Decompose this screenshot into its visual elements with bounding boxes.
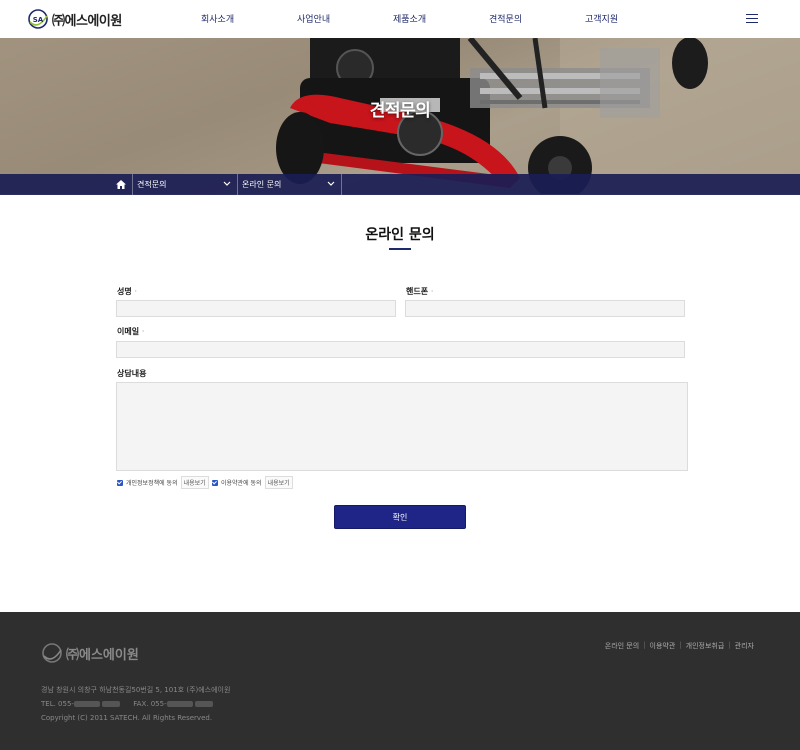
agree-terms: 이용약관에 동의 내용보기 [212, 476, 293, 489]
hamburger-menu-icon[interactable] [746, 14, 758, 24]
site-footer: ㈜에스에이원 온라인 문의 | 이용약관 | 개인정보취급 | 관리자 경남 창원시 … [0, 612, 800, 750]
breadcrumb: 견적문의 온라인 문의 [0, 174, 800, 195]
footer-info: 경남 창원시 의창구 하남천동길50번길 5, 101호 (주)에스에이원 TE… [41, 683, 230, 725]
hero-title: 견적문의 [369, 101, 431, 121]
agree-terms-label: 이용약관에 동의 [221, 480, 262, 487]
footer-link-inquiry[interactable]: 온라인 문의 [601, 641, 643, 651]
hero-banner: 견적문의 [0, 38, 800, 194]
breadcrumb-level1-select[interactable]: 견적문의 [133, 174, 238, 195]
phone-label: 핸드폰 · [406, 287, 434, 296]
privacy-view-button[interactable]: 내용보기 [180, 476, 209, 489]
chevron-down-icon [223, 181, 231, 186]
content-label: 상담내용 [117, 369, 147, 378]
submit-button[interactable]: 확인 [334, 505, 466, 529]
footer-link-privacy[interactable]: 개인정보취급 [682, 641, 729, 651]
page-title: 온라인 문의 [365, 227, 435, 243]
footer-logo: ㈜에스에이원 [41, 642, 139, 664]
footer-link-admin[interactable]: 관리자 [731, 641, 758, 651]
nav-business[interactable]: 사업안내 [297, 12, 330, 25]
phone-field[interactable] [405, 300, 685, 317]
content-textarea[interactable] [116, 382, 688, 471]
main-nav: 회사소개 사업안내 제품소개 견적문의 고객지원 [0, 0, 800, 38]
footer-contact: TEL. 055- FAX. 055- [41, 697, 230, 711]
terms-checkbox[interactable] [212, 479, 218, 486]
footer-logo-text: ㈜에스에이원 [66, 647, 139, 663]
breadcrumb-level2-select[interactable]: 온라인 문의 [238, 174, 342, 195]
home-icon[interactable] [110, 174, 133, 195]
nav-support[interactable]: 고객지원 [585, 12, 618, 25]
footer-link-terms[interactable]: 이용약관 [646, 641, 680, 651]
nav-company[interactable]: 회사소개 [201, 12, 234, 25]
nav-quote[interactable]: 견적문의 [489, 12, 522, 25]
privacy-checkbox[interactable] [117, 479, 123, 486]
footer-logo-mark-icon [42, 643, 62, 663]
nav-products[interactable]: 제품소개 [393, 12, 426, 25]
name-field[interactable] [116, 300, 396, 317]
title-underline [389, 248, 411, 250]
footer-links: 온라인 문의 | 이용약관 | 개인정보취급 | 관리자 [601, 641, 758, 651]
breadcrumb-level1-label: 견적문의 [137, 180, 167, 189]
name-label: 성명 · [117, 287, 138, 296]
email-field[interactable] [116, 341, 685, 358]
agree-privacy: 개인정보정책에 동의 내용보기 [117, 476, 209, 489]
site-header: SA ㈜에스에이원 회사소개 사업안내 제품소개 견적문의 고객지원 [0, 0, 800, 38]
agree-privacy-label: 개인정보정책에 동의 [126, 480, 178, 487]
terms-view-button[interactable]: 내용보기 [264, 476, 293, 489]
chevron-down-icon [327, 181, 335, 186]
footer-copyright: Copyright (C) 2011 SATECH. All Rights Re… [41, 714, 213, 722]
footer-address: 경남 창원시 의창구 하남천동길50번길 5, 101호 (주)에스에이원 [41, 686, 231, 694]
breadcrumb-level2-label: 온라인 문의 [242, 180, 282, 189]
email-label: 이메일 · [117, 327, 145, 336]
